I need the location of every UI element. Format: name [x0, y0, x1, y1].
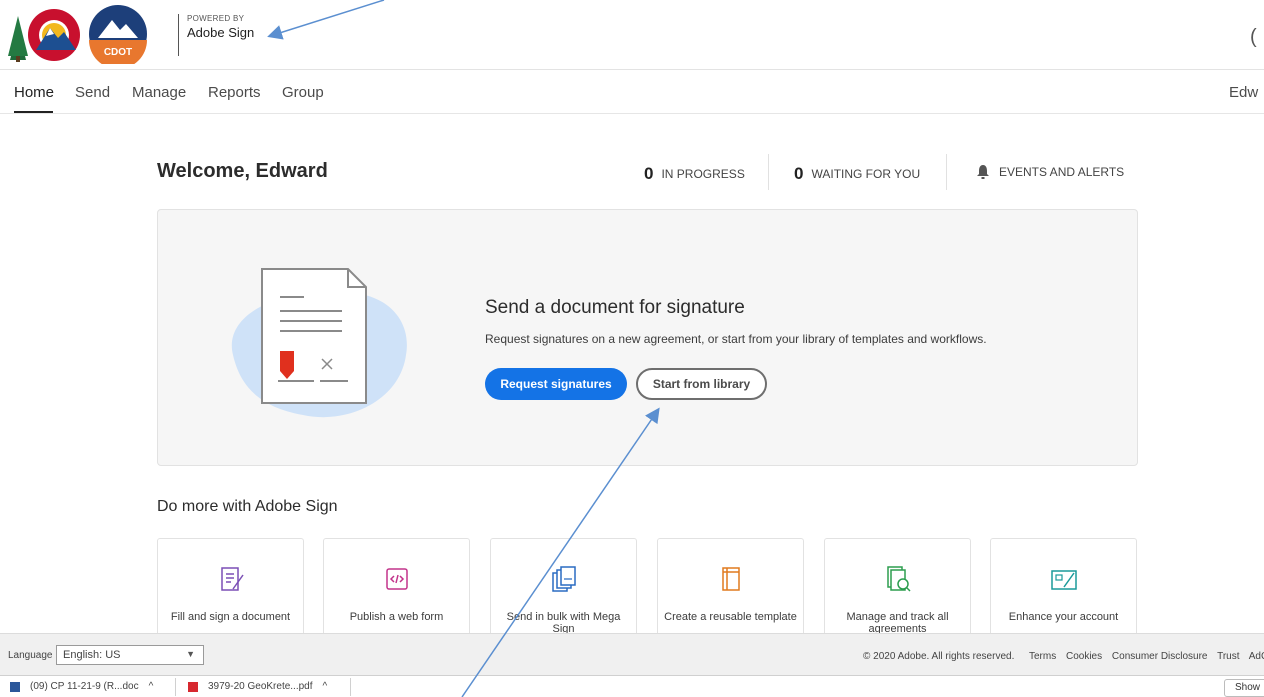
- language-value: English: US: [63, 649, 121, 661]
- nav-send[interactable]: Send: [75, 84, 110, 101]
- document-illustration: [231, 268, 407, 418]
- start-from-library-button[interactable]: Start from library: [636, 368, 767, 400]
- download-divider: [350, 678, 351, 696]
- cdot-logo: CDOT: [89, 5, 147, 64]
- in-progress-count: 0: [644, 164, 654, 183]
- waiting-count: 0: [794, 164, 804, 183]
- download-item[interactable]: 3979-20 GeoKrete...pdf ^: [188, 681, 327, 692]
- language-label: Language: [8, 650, 53, 661]
- footer-links: © 2020 Adobe. All rights reserved. Terms…: [863, 651, 1264, 662]
- events-alerts[interactable]: EVENTS AND ALERTS: [975, 164, 1124, 180]
- send-document-card: Send a document for signature Request si…: [157, 209, 1138, 466]
- nav-home[interactable]: Home: [14, 84, 54, 101]
- send-document-title: Send a document for signature: [485, 297, 745, 318]
- page-footer: Language English: US ▼ © 2020 Adobe. All…: [0, 633, 1264, 675]
- user-menu[interactable]: Edw: [1229, 84, 1258, 101]
- tile-label: Create a reusable template: [664, 611, 797, 623]
- tile-label: Send in bulk with Mega Sign: [506, 611, 621, 635]
- footer-link-consumer-disclosure[interactable]: Consumer Disclosure: [1112, 651, 1208, 662]
- powered-by-label: POWERED BY: [187, 14, 245, 23]
- manage-track-icon: [887, 566, 911, 592]
- pdf-icon: [188, 681, 198, 692]
- chevron-up-icon[interactable]: ^: [149, 681, 154, 692]
- show-all-downloads-button[interactable]: Show: [1224, 679, 1264, 697]
- waiting-label: WAITING FOR YOU: [811, 167, 921, 181]
- chevron-up-icon[interactable]: ^: [323, 681, 328, 692]
- active-tab-indicator: [14, 111, 53, 113]
- footer-link-adchoices[interactable]: AdC: [1249, 651, 1264, 662]
- fill-sign-icon: [221, 567, 244, 591]
- powered-by-block: POWERED BY Adobe Sign: [178, 14, 254, 56]
- download-filename: 3979-20 GeoKrete...pdf: [208, 681, 313, 692]
- tile-web-form[interactable]: Publish a web form: [323, 538, 470, 638]
- chevron-down-icon: ▼: [186, 649, 195, 659]
- adobe-sign-brand: Adobe Sign: [187, 25, 255, 40]
- web-form-icon: [386, 568, 408, 590]
- download-divider: [175, 678, 176, 696]
- downloads-bar: (09) CP 11-21-9 (R...doc ^ 3979-20 GeoKr…: [0, 675, 1264, 697]
- tile-mega-sign[interactable]: Send in bulk with Mega Sign: [490, 538, 637, 638]
- colorado-logo: [8, 9, 80, 62]
- in-progress-stat[interactable]: 0 IN PROGRESS: [644, 164, 745, 184]
- help-icon[interactable]: (: [1250, 26, 1257, 49]
- footer-link-cookies[interactable]: Cookies: [1066, 651, 1102, 662]
- tile-label: Enhance your account: [1008, 611, 1119, 623]
- tile-label: Manage and track all agreements: [846, 611, 949, 635]
- request-signatures-button[interactable]: Request signatures: [485, 368, 627, 400]
- copyright-text: © 2020 Adobe. All rights reserved.: [863, 651, 1015, 662]
- enhance-account-icon: [1051, 570, 1077, 590]
- bell-icon: [977, 165, 989, 179]
- footer-link-terms[interactable]: Terms: [1029, 651, 1056, 662]
- nav-manage[interactable]: Manage: [132, 84, 186, 101]
- waiting-stat[interactable]: 0 WAITING FOR YOU: [794, 164, 920, 184]
- footer-link-trust[interactable]: Trust: [1217, 651, 1239, 662]
- stat-divider: [946, 154, 947, 190]
- main-nav: Home Send Manage Reports Group Edw: [0, 71, 1264, 114]
- tile-enhance-account[interactable]: Enhance your account: [990, 538, 1137, 638]
- mega-sign-icon: [552, 566, 576, 592]
- app-header: CDOT POWERED BY Adobe Sign (: [0, 0, 1264, 70]
- tile-label: Fill and sign a document: [170, 611, 291, 623]
- template-icon: [722, 567, 740, 591]
- tile-fill-sign[interactable]: Fill and sign a document: [157, 538, 304, 638]
- in-progress-label: IN PROGRESS: [661, 167, 745, 181]
- cdot-logo-text: CDOT: [104, 47, 132, 58]
- events-alerts-label: EVENTS AND ALERTS: [999, 165, 1125, 179]
- welcome-title: Welcome, Edward: [157, 160, 328, 182]
- tile-manage-track[interactable]: Manage and track all agreements: [824, 538, 971, 638]
- tile-label: Publish a web form: [349, 611, 444, 623]
- nav-reports[interactable]: Reports: [208, 84, 261, 101]
- send-document-subtitle: Request signatures on a new agreement, o…: [485, 332, 987, 346]
- download-item[interactable]: (09) CP 11-21-9 (R...doc ^: [10, 681, 153, 692]
- word-doc-icon: [10, 681, 20, 692]
- nav-group[interactable]: Group: [282, 84, 324, 101]
- do-more-title: Do more with Adobe Sign: [157, 498, 338, 515]
- download-filename: (09) CP 11-21-9 (R...doc: [30, 681, 139, 692]
- language-select[interactable]: English: US ▼: [56, 645, 204, 665]
- stat-divider: [768, 154, 769, 190]
- tile-template[interactable]: Create a reusable template: [657, 538, 804, 638]
